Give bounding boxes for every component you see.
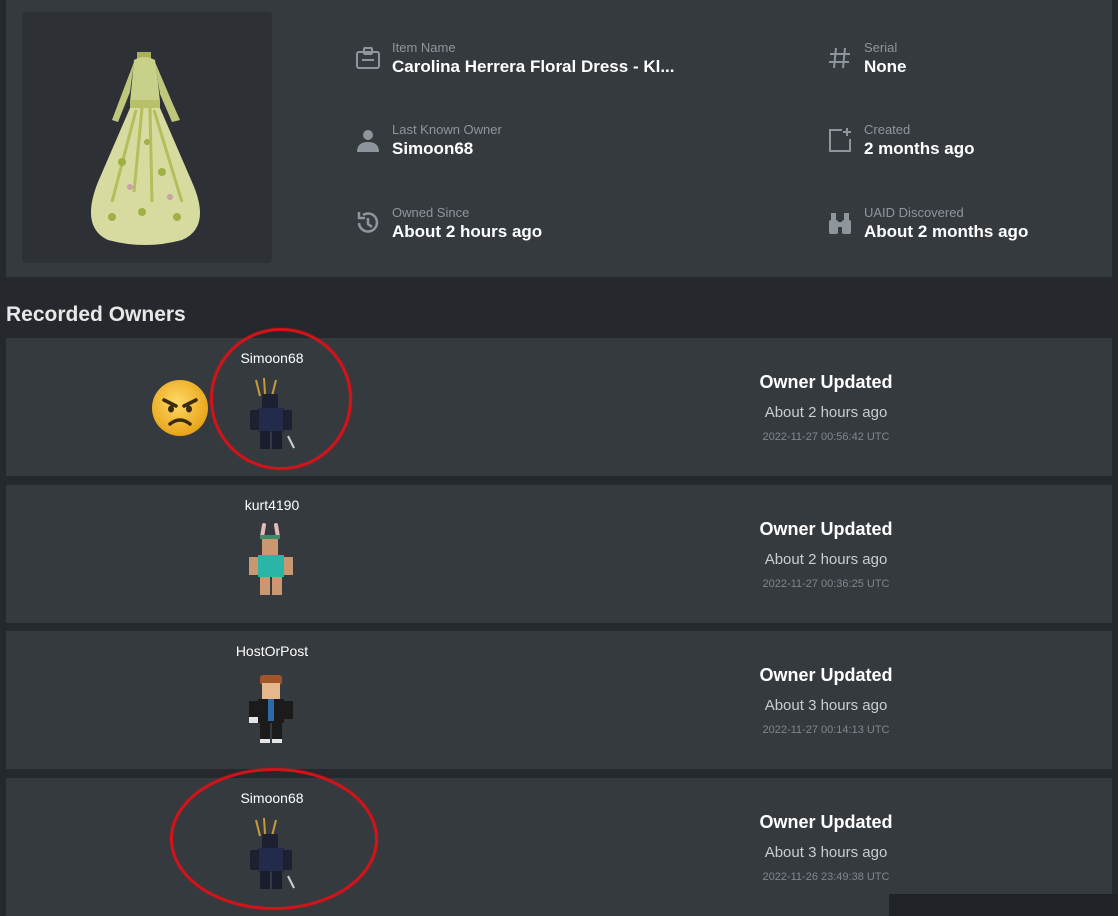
history-icon bbox=[357, 212, 379, 233]
uaid-label: UAID Discovered bbox=[864, 205, 964, 220]
angry-face-emoji bbox=[152, 380, 208, 436]
uaid-value: About 2 months ago bbox=[864, 222, 1029, 241]
owned-since-label: Owned Since bbox=[392, 205, 470, 220]
serial-value: None bbox=[864, 57, 907, 76]
calendar-plus-icon bbox=[829, 128, 851, 152]
owner-row: kurt4190 Owner Updated About 2 hours ago… bbox=[6, 485, 1112, 623]
event-title: Owner Updated bbox=[759, 372, 893, 392]
field-owned-since: Owned Since About 2 hours ago bbox=[354, 205, 542, 243]
item-thumbnail bbox=[22, 12, 272, 263]
corner-overlay bbox=[889, 894, 1118, 916]
owned-since-value: About 2 hours ago bbox=[392, 222, 543, 241]
red-circle-annotation bbox=[170, 768, 378, 910]
event-relative-time: About 3 hours ago bbox=[764, 697, 888, 714]
event-timestamp: 2022-11-27 00:14:13 UTC bbox=[762, 724, 890, 736]
event-relative-time: About 2 hours ago bbox=[764, 551, 888, 568]
owner-username[interactable]: HostOrPost bbox=[172, 643, 372, 659]
field-item-name: Item Name Carolina Herrera Floral Dress … bbox=[354, 40, 675, 78]
last-owner-label: Last Known Owner bbox=[392, 122, 502, 137]
owner-row: HostOrPost Owner Updated About 3 hours a… bbox=[6, 631, 1112, 769]
event-timestamp: 2022-11-27 00:56:42 UTC bbox=[762, 431, 890, 443]
owner-avatar[interactable] bbox=[238, 523, 308, 603]
binoculars-icon bbox=[829, 213, 851, 234]
item-name-label: Item Name bbox=[392, 40, 456, 55]
event-timestamp: 2022-11-26 23:49:38 UTC bbox=[762, 871, 890, 883]
last-owner-value[interactable]: Simoon68 bbox=[392, 138, 502, 160]
dress-image bbox=[90, 52, 200, 245]
event-relative-time: About 2 hours ago bbox=[764, 404, 888, 421]
created-value: 2 months ago bbox=[864, 139, 975, 158]
recorded-owners-heading: Recorded Owners bbox=[6, 303, 186, 326]
id-card-icon bbox=[356, 47, 380, 69]
field-last-owner: Last Known Owner Simoon68 bbox=[354, 122, 502, 160]
event-title: Owner Updated bbox=[759, 812, 893, 832]
owner-avatar[interactable] bbox=[238, 669, 308, 749]
field-serial: Serial None bbox=[826, 40, 907, 78]
person-icon bbox=[357, 130, 379, 152]
item-summary-card: Item Name Carolina Herrera Floral Dress … bbox=[6, 0, 1112, 277]
owner-row: Simoon68 Owner Updated About 2 hours ago… bbox=[6, 328, 1112, 476]
event-title: Owner Updated bbox=[759, 519, 893, 539]
field-uaid-discovered: UAID Discovered About 2 months ago bbox=[826, 205, 1028, 243]
hash-icon bbox=[829, 47, 850, 69]
created-label: Created bbox=[864, 122, 911, 137]
item-name-value: Carolina Herrera Floral Dress - Kl... bbox=[392, 57, 675, 76]
event-timestamp: 2022-11-27 00:36:25 UTC bbox=[762, 578, 890, 590]
event-title: Owner Updated bbox=[759, 665, 893, 685]
field-created: Created 2 months ago bbox=[826, 122, 975, 160]
serial-label: Serial bbox=[864, 40, 898, 55]
event-relative-time: About 3 hours ago bbox=[764, 844, 888, 861]
owner-username[interactable]: kurt4190 bbox=[172, 497, 372, 513]
red-circle-annotation bbox=[210, 328, 352, 470]
